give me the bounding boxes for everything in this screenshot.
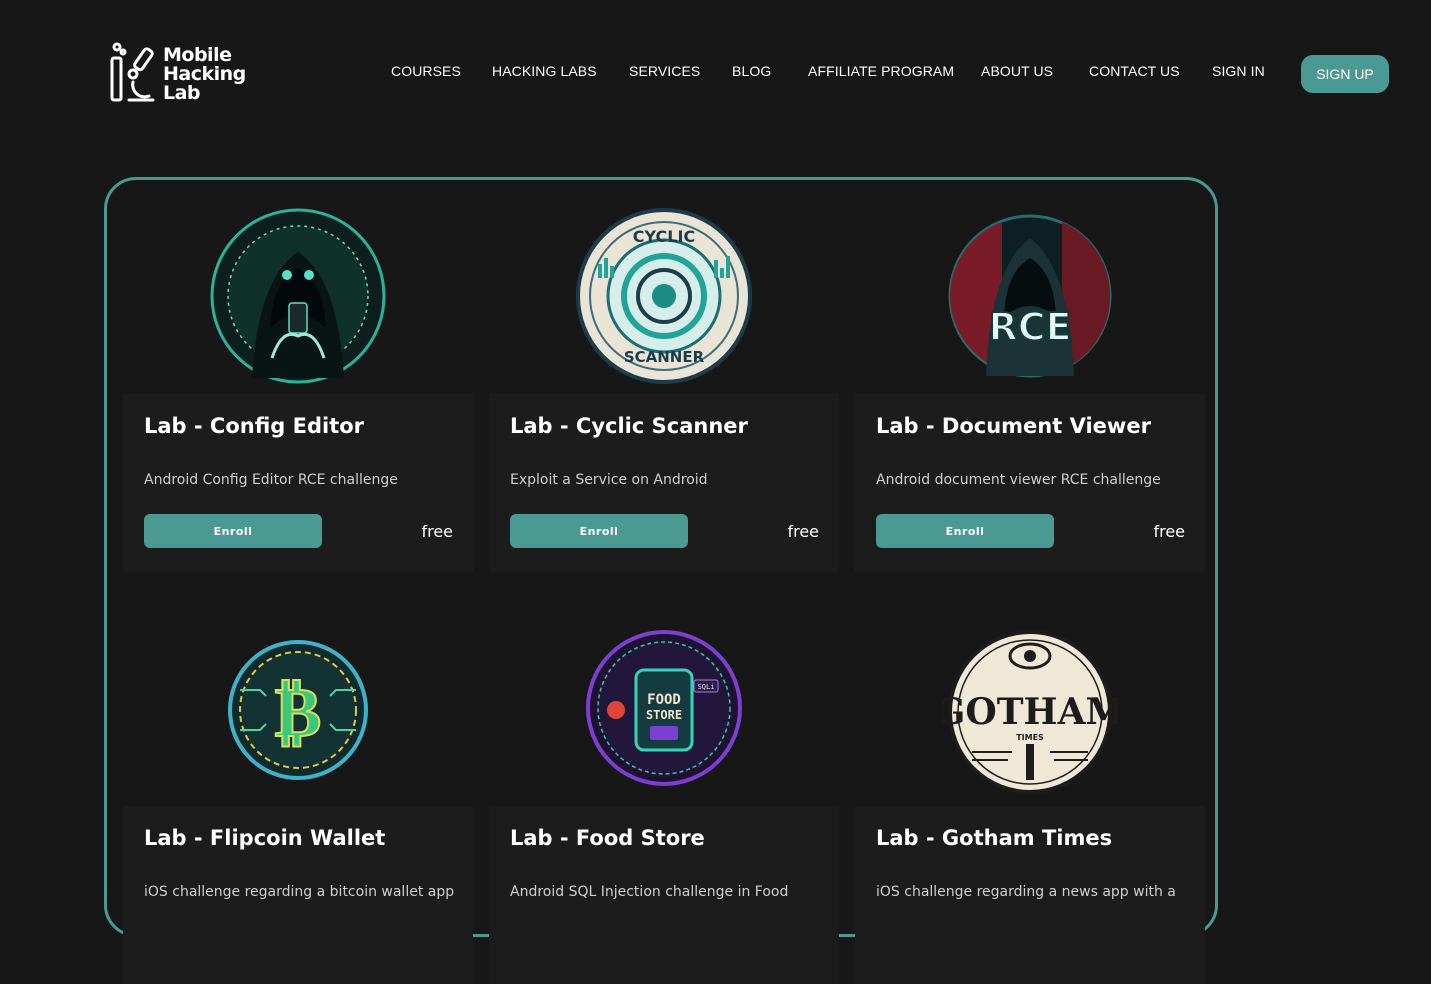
lab-image (123, 208, 473, 398)
badge-bottom-text: STORE (646, 708, 682, 722)
nav-services[interactable]: SERVICES (629, 63, 700, 79)
lab-price: free (1153, 522, 1185, 541)
nav-sign-in[interactable]: SIGN IN (1212, 63, 1265, 79)
logo-text: Mobile Hacking Lab (163, 43, 246, 104)
badge-bottom-text: SCANNER (624, 348, 705, 366)
rce-hacker-badge-icon: RCE (948, 214, 1112, 378)
logo[interactable]: Mobile Hacking Lab (109, 42, 259, 106)
lab-image: FOOD STORE SQLi (489, 620, 839, 810)
lab-description: iOS challenge regarding a bitcoin wallet… (144, 884, 455, 900)
lab-title: Lab - Document Viewer (876, 414, 1151, 438)
nav-contact-us[interactable]: CONTACT US (1089, 63, 1180, 79)
svg-text:₿: ₿ (275, 671, 322, 753)
lab-image: ₿ (123, 620, 473, 810)
enroll-button[interactable]: Enroll (144, 514, 322, 548)
lab-price: free (421, 522, 453, 541)
labs-container: Lab - Config Editor Android Config Edito… (104, 177, 1218, 984)
sign-up-button[interactable]: SIGN UP (1301, 55, 1389, 93)
logo-line-3: Lab (163, 81, 201, 104)
lab-title: Lab - Flipcoin Wallet (144, 826, 386, 850)
lab-description: Android SQL Injection challenge in Food (510, 884, 789, 900)
badge-text: GOTHAM (942, 691, 1118, 733)
lab-title: Lab - Config Editor (144, 414, 365, 438)
lab-title: Lab - Food Store (510, 826, 705, 850)
cyclic-scanner-badge-icon: CYCLIC SCANNER (576, 208, 752, 384)
nav-affiliate-program[interactable]: AFFILIATE PROGRAM (808, 63, 954, 79)
lab-description: Exploit a Service on Android (510, 472, 708, 488)
lab-card-body: Lab - Gotham Times iOS challenge regardi… (855, 806, 1205, 984)
badge-tag-text: SQLi (698, 683, 715, 691)
enroll-button[interactable]: Enroll (510, 514, 688, 548)
badge-top-text: CYCLIC (633, 227, 695, 246)
badge-top-text: FOOD (647, 692, 681, 708)
badge-text: RCE (988, 305, 1071, 349)
logo-line-1: Mobile (163, 43, 232, 66)
lab-image: CYCLIC SCANNER (489, 208, 839, 398)
microscope-logo-icon (110, 42, 155, 102)
lab-price: free (787, 522, 819, 541)
enroll-button[interactable]: Enroll (876, 514, 1054, 548)
lab-image: RCE (855, 208, 1205, 398)
bitcoin-coin-icon: ₿ (228, 640, 368, 780)
lab-card-body: Lab - Config Editor Android Config Edito… (123, 394, 473, 572)
gotham-times-badge-icon: GOTHAM TIMES (942, 630, 1118, 794)
nav-courses[interactable]: COURSES (391, 63, 461, 79)
lab-image: GOTHAM TIMES (855, 620, 1205, 810)
lab-description: Android Config Editor RCE challenge (144, 472, 398, 488)
nav-blog[interactable]: BLOG (732, 63, 771, 79)
lab-card-body: Lab - Flipcoin Wallet iOS challenge rega… (123, 806, 473, 984)
logo-line-2: Hacking (163, 62, 246, 85)
lab-card-body: Lab - Food Store Android SQL Injection c… (489, 806, 839, 984)
lab-title: Lab - Cyclic Scanner (510, 414, 748, 438)
hooded-hacker-badge-icon (210, 208, 386, 384)
nav-about-us[interactable]: ABOUT US (981, 63, 1053, 79)
badge-sub-text: TIMES (1016, 733, 1044, 742)
lab-card-body: Lab - Document Viewer Android document v… (855, 394, 1205, 572)
nav-hacking-labs[interactable]: HACKING LABS (492, 63, 597, 79)
lab-title: Lab - Gotham Times (876, 826, 1113, 850)
lab-card-body: Lab - Cyclic Scanner Exploit a Service o… (489, 394, 839, 572)
lab-description: iOS challenge regarding a news app with … (876, 884, 1176, 900)
lab-description: Android document viewer RCE challenge (876, 472, 1161, 488)
food-store-badge-icon: FOOD STORE SQLi (586, 630, 742, 786)
